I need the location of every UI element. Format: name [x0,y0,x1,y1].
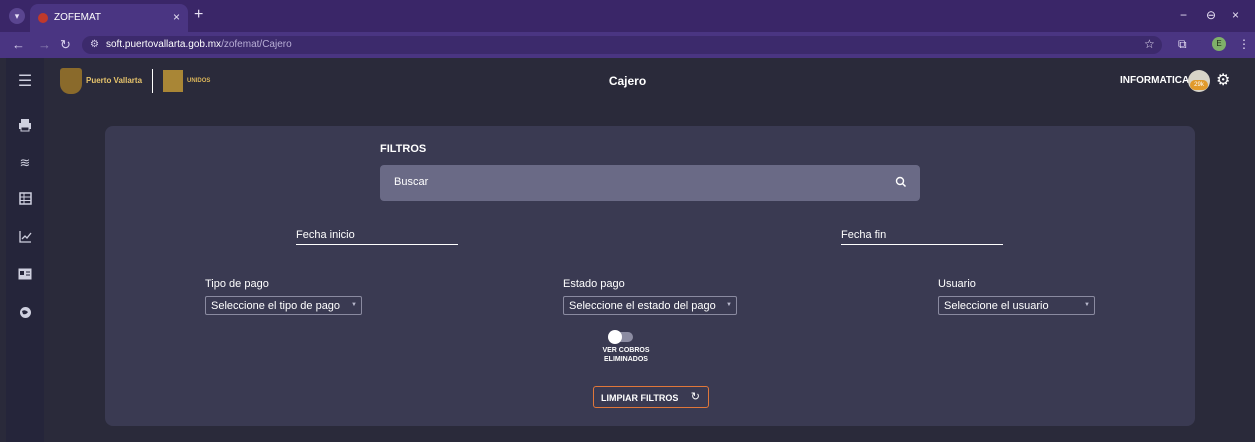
search-placeholder: Buscar [394,176,429,188]
search-input[interactable]: Buscar [380,165,920,201]
printer-icon[interactable] [17,118,33,134]
usuario-value: Seleccione el usuario [944,300,1049,312]
search-icon[interactable] [894,175,908,189]
extensions-icon[interactable]: ⧉ [1178,37,1187,52]
toggle-label-line1: VER COBROS [602,347,650,354]
restore-icon[interactable]: ⊖ [1206,8,1216,22]
globe-icon[interactable] [17,306,33,322]
id-card-icon[interactable] [17,268,33,284]
tab-title: ZOFEMAT [54,12,102,23]
layers-icon[interactable]: ≋ [17,155,33,171]
app-area: ☰ ≋ Puerto Vallarta UNIDOS Cajero INFORM… [0,58,1255,442]
tipo-pago-label: Tipo de pago [205,278,269,290]
limpiar-filtros-button[interactable]: LIMPIAR FILTROS ↻ [593,386,709,408]
page-title: Cajero [608,74,647,88]
tab-close-icon[interactable]: × [173,10,180,24]
refresh-icon: ↻ [690,391,700,403]
chevron-down-icon: ▼ [351,302,357,308]
site-info-icon[interactable]: ⚙ [90,39,99,50]
user-name[interactable]: INFORMATICA [1120,75,1189,86]
ver-cobros-eliminados-toggle[interactable] [608,330,633,344]
table-icon[interactable] [17,192,33,208]
url-path: /zofemat/Cajero [221,39,292,50]
bookmark-star-icon[interactable]: ☆ [1144,37,1155,51]
fecha-fin-label: Fecha fin [841,229,887,241]
filters-title: FILTROS [380,143,427,155]
browser-tab[interactable]: ZOFEMAT × [30,4,188,32]
toggle-knob [608,330,622,344]
usuario-select[interactable]: Seleccione el usuario ▼ [938,296,1095,315]
fecha-fin-field[interactable]: Fecha fin [841,229,1003,245]
chevron-down-icon: ▼ [1084,302,1090,308]
address-bar[interactable]: ⚙ soft.puertovallarta.gob.mx/zofemat/Caj… [82,36,1162,54]
tipo-pago-value: Seleccione el tipo de pago [211,300,341,312]
reload-icon[interactable]: ↻ [60,37,71,53]
fecha-inicio-field[interactable]: Fecha inicio [296,229,458,245]
browser-menu-icon[interactable]: ⋮ [1238,37,1250,51]
filters-card: FILTROS Buscar Fecha inicio Fecha fin Ti… [105,126,1195,426]
line-chart-icon[interactable] [17,230,33,246]
chevron-down-icon: ▼ [726,302,732,308]
estado-pago-select[interactable]: Seleccione el estado del pago ▼ [563,296,737,315]
fecha-inicio-label: Fecha inicio [296,229,355,241]
favicon-icon [38,13,48,23]
estado-pago-label: Estado pago [563,278,625,290]
tipo-pago-select[interactable]: Seleccione el tipo de pago ▼ [205,296,362,315]
limpiar-filtros-label: LIMPIAR FILTROS [601,393,679,403]
close-window-icon[interactable]: × [1232,8,1239,22]
minimize-icon[interactable]: − [1180,8,1187,22]
url-domain: soft.puertovallarta.gob.mx [106,39,222,50]
user-avatar[interactable]: 29k [1188,70,1210,92]
browser-tabstrip: ▾ ZOFEMAT × + − ⊖ × [0,0,1255,32]
sidebar: ☰ ≋ [6,58,44,442]
ver-cobros-eliminados-label: VER COBROS ELIMINADOS [593,346,659,364]
toggle-label-line2: ELIMINADOS [604,356,648,363]
browser-toolbar: ← → ↻ ⚙ soft.puertovallarta.gob.mx/zofem… [0,32,1255,58]
usuario-label: Usuario [938,278,976,290]
back-icon[interactable]: ← [12,37,25,52]
url-text: soft.puertovallarta.gob.mx/zofemat/Cajer… [106,39,292,50]
estado-pago-value: Seleccione el estado del pago [569,300,716,312]
new-tab-icon[interactable]: + [194,6,203,24]
profile-avatar[interactable]: E [1212,37,1226,51]
settings-gear-icon[interactable]: ⚙ [1216,70,1230,90]
avatar-badge: 29k [1190,80,1208,90]
forward-icon[interactable]: → [38,37,51,52]
tab-search-icon[interactable]: ▾ [9,8,25,24]
